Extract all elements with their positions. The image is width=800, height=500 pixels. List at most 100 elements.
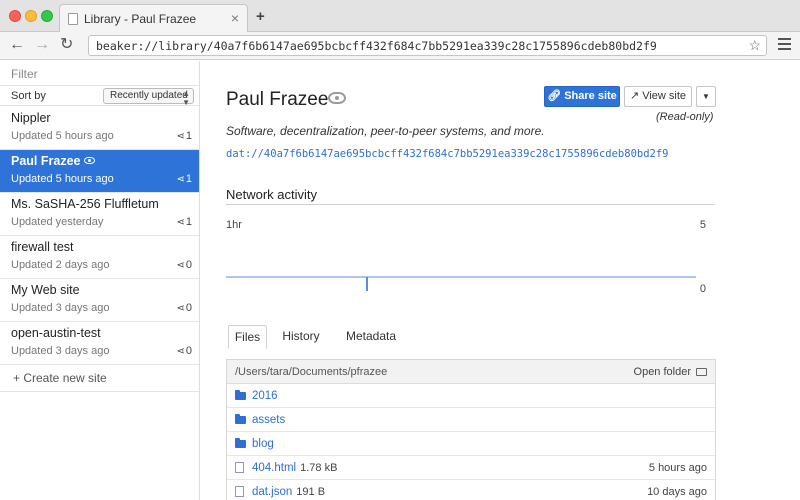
- sort-row: Sort by Recently updated ▲ ▼: [0, 85, 199, 107]
- site-list-item[interactable]: open-austin-test Updated 3 days ago ⋖0: [0, 322, 199, 365]
- site-description: Software, decentralization, peer-to-peer…: [226, 124, 545, 138]
- external-link-icon: ↗: [629, 90, 640, 102]
- y-tick-min: 0: [700, 283, 706, 295]
- more-dropdown-button[interactable]: ▼: [696, 86, 716, 107]
- select-arrows-icon: ▲ ▼: [182, 89, 190, 107]
- main-panel: Paul Frazee 🔗︎ Share site ↗ View site ▼ …: [201, 61, 800, 500]
- open-folder-label: Open folder: [633, 366, 691, 378]
- y-tick-max: 5: [700, 219, 706, 231]
- network-activity-heading: Network activity: [226, 187, 318, 202]
- peer-count-value: 1: [185, 130, 192, 142]
- eye-icon: [328, 92, 346, 104]
- share-icon: ⋖: [176, 346, 185, 357]
- file-name[interactable]: assets: [252, 414, 285, 426]
- view-site-button[interactable]: ↗ View site: [624, 86, 692, 107]
- site-list-item[interactable]: My Web site Updated 3 days ago ⋖0: [0, 279, 199, 322]
- title-bar: Library - Paul Frazee × +: [0, 0, 800, 33]
- link-icon: 🔗︎: [547, 90, 562, 102]
- site-updated-time: Updated yesterday: [11, 216, 104, 228]
- page-title: Paul Frazee: [226, 89, 329, 110]
- site-name: Ms. SaSHA-256 Fluffletum: [11, 197, 159, 211]
- folder-icon: [235, 414, 246, 424]
- share-icon: ⋖: [176, 303, 185, 314]
- site-name-text: Nippler: [11, 111, 51, 125]
- peer-count: ⋖0: [176, 259, 192, 271]
- share-site-label: Share site: [564, 90, 617, 102]
- folder-row[interactable]: assets: [227, 408, 715, 432]
- url-text[interactable]: beaker://library/40a7f6b6147ae695bcbcff4…: [96, 39, 657, 53]
- peer-count: ⋖0: [176, 345, 192, 357]
- site-name: firewall test: [11, 240, 74, 254]
- readonly-label: (Read-only): [656, 111, 714, 123]
- file-row[interactable]: dat.json 191 B 10 days ago: [227, 480, 715, 500]
- site-list-item[interactable]: Ms. SaSHA-256 Fluffletum Updated yesterda…: [0, 193, 199, 236]
- divider: [226, 204, 715, 205]
- site-name-text: My Web site: [11, 283, 80, 297]
- dat-url-link[interactable]: dat://40a7f6b6147ae695bcbcff432f684c7bb5…: [226, 148, 669, 160]
- window-close-button[interactable]: [9, 10, 21, 22]
- folder-open-icon: [696, 368, 707, 376]
- create-new-site-button[interactable]: + Create new site: [0, 365, 199, 392]
- file-list: 2016 assets blog 404.html 1.78 kB 5 hours ago…: [227, 384, 715, 500]
- peer-count-value: 1: [185, 173, 192, 185]
- share-icon: ⋖: [176, 217, 185, 228]
- sidebar: Filter Sort by Recently updated ▲ ▼ Nippl…: [0, 61, 200, 500]
- file-modified-date: 5 hours ago: [648, 462, 707, 474]
- file-name[interactable]: 404.html 1.78 kB: [252, 462, 337, 474]
- site-name: open-austin-test: [11, 326, 101, 340]
- view-site-label: View site: [642, 90, 687, 102]
- file-row[interactable]: 404.html 1.78 kB 5 hours ago: [227, 456, 715, 480]
- create-new-site-label: + Create new site: [13, 371, 107, 385]
- tab-close-icon[interactable]: ×: [231, 10, 239, 26]
- file-name[interactable]: 2016: [252, 390, 278, 402]
- site-name: My Web site: [11, 283, 80, 297]
- hamburger-menu-icon[interactable]: [778, 38, 791, 53]
- share-site-button[interactable]: 🔗︎ Share site: [544, 86, 620, 107]
- file-name-text: blog: [252, 438, 274, 450]
- file-name[interactable]: dat.json 191 B: [252, 486, 325, 498]
- folder-row[interactable]: blog: [227, 432, 715, 456]
- site-updated-time: Updated 3 days ago: [11, 302, 110, 314]
- share-icon: ⋖: [176, 260, 185, 271]
- share-icon: ⋖: [176, 131, 185, 142]
- forward-arrow-icon[interactable]: →: [34, 36, 50, 54]
- site-updated-time: Updated 5 hours ago: [11, 130, 114, 142]
- file-name-text: 2016: [252, 390, 278, 402]
- folder-icon: [235, 390, 246, 400]
- tab-history[interactable]: History: [275, 325, 327, 349]
- file-size: 191 B: [296, 486, 326, 498]
- browser-tab[interactable]: Library - Paul Frazee ×: [59, 4, 248, 33]
- site-name-text: Paul Frazee: [11, 154, 81, 168]
- chart-x-label: 1hr: [226, 219, 242, 231]
- files-header: /Users/tara/Documents/pfrazee Open folde…: [227, 360, 715, 384]
- site-name: Nippler: [11, 111, 51, 125]
- site-updated-time: Updated 5 hours ago: [11, 173, 114, 185]
- sort-select[interactable]: Recently updated ▲ ▼: [103, 88, 194, 107]
- network-activity-chart: 1hr 5 0: [226, 219, 706, 295]
- folder-row[interactable]: 2016: [227, 384, 715, 408]
- back-arrow-icon[interactable]: ←: [9, 36, 25, 54]
- bookmark-star-icon[interactable]: ☆: [748, 37, 761, 54]
- site-list-item[interactable]: Nippler Updated 5 hours ago ⋖1: [0, 107, 199, 150]
- site-name-text: open-austin-test: [11, 326, 101, 340]
- site-list-item[interactable]: firewall test Updated 2 days ago ⋖0: [0, 236, 199, 279]
- new-tab-button[interactable]: +: [256, 8, 265, 25]
- window-maximize-button[interactable]: [41, 10, 53, 22]
- file-name-text: dat.json: [252, 486, 293, 498]
- folder-path: /Users/tara/Documents/pfrazee: [235, 366, 388, 378]
- site-list-item[interactable]: Paul Frazee Updated 5 hours ago ⋖1: [0, 150, 199, 193]
- peer-count: ⋖0: [176, 302, 192, 314]
- tab-files[interactable]: Files: [228, 325, 267, 349]
- file-name-text: 404.html: [252, 462, 297, 474]
- filter-input[interactable]: Filter: [11, 67, 38, 81]
- reload-icon[interactable]: ↻: [60, 36, 73, 54]
- file-icon: [235, 462, 244, 473]
- site-name-text: firewall test: [11, 240, 74, 254]
- open-folder-button[interactable]: Open folder: [634, 366, 707, 378]
- window-minimize-button[interactable]: [25, 10, 37, 22]
- url-bar[interactable]: beaker://library/40a7f6b6147ae695bcbcff4…: [88, 35, 767, 56]
- tab-title: Library - Paul Frazee: [84, 12, 197, 26]
- eye-icon: [84, 157, 96, 164]
- file-name[interactable]: blog: [252, 438, 274, 450]
- tab-metadata[interactable]: Metadata: [334, 325, 408, 349]
